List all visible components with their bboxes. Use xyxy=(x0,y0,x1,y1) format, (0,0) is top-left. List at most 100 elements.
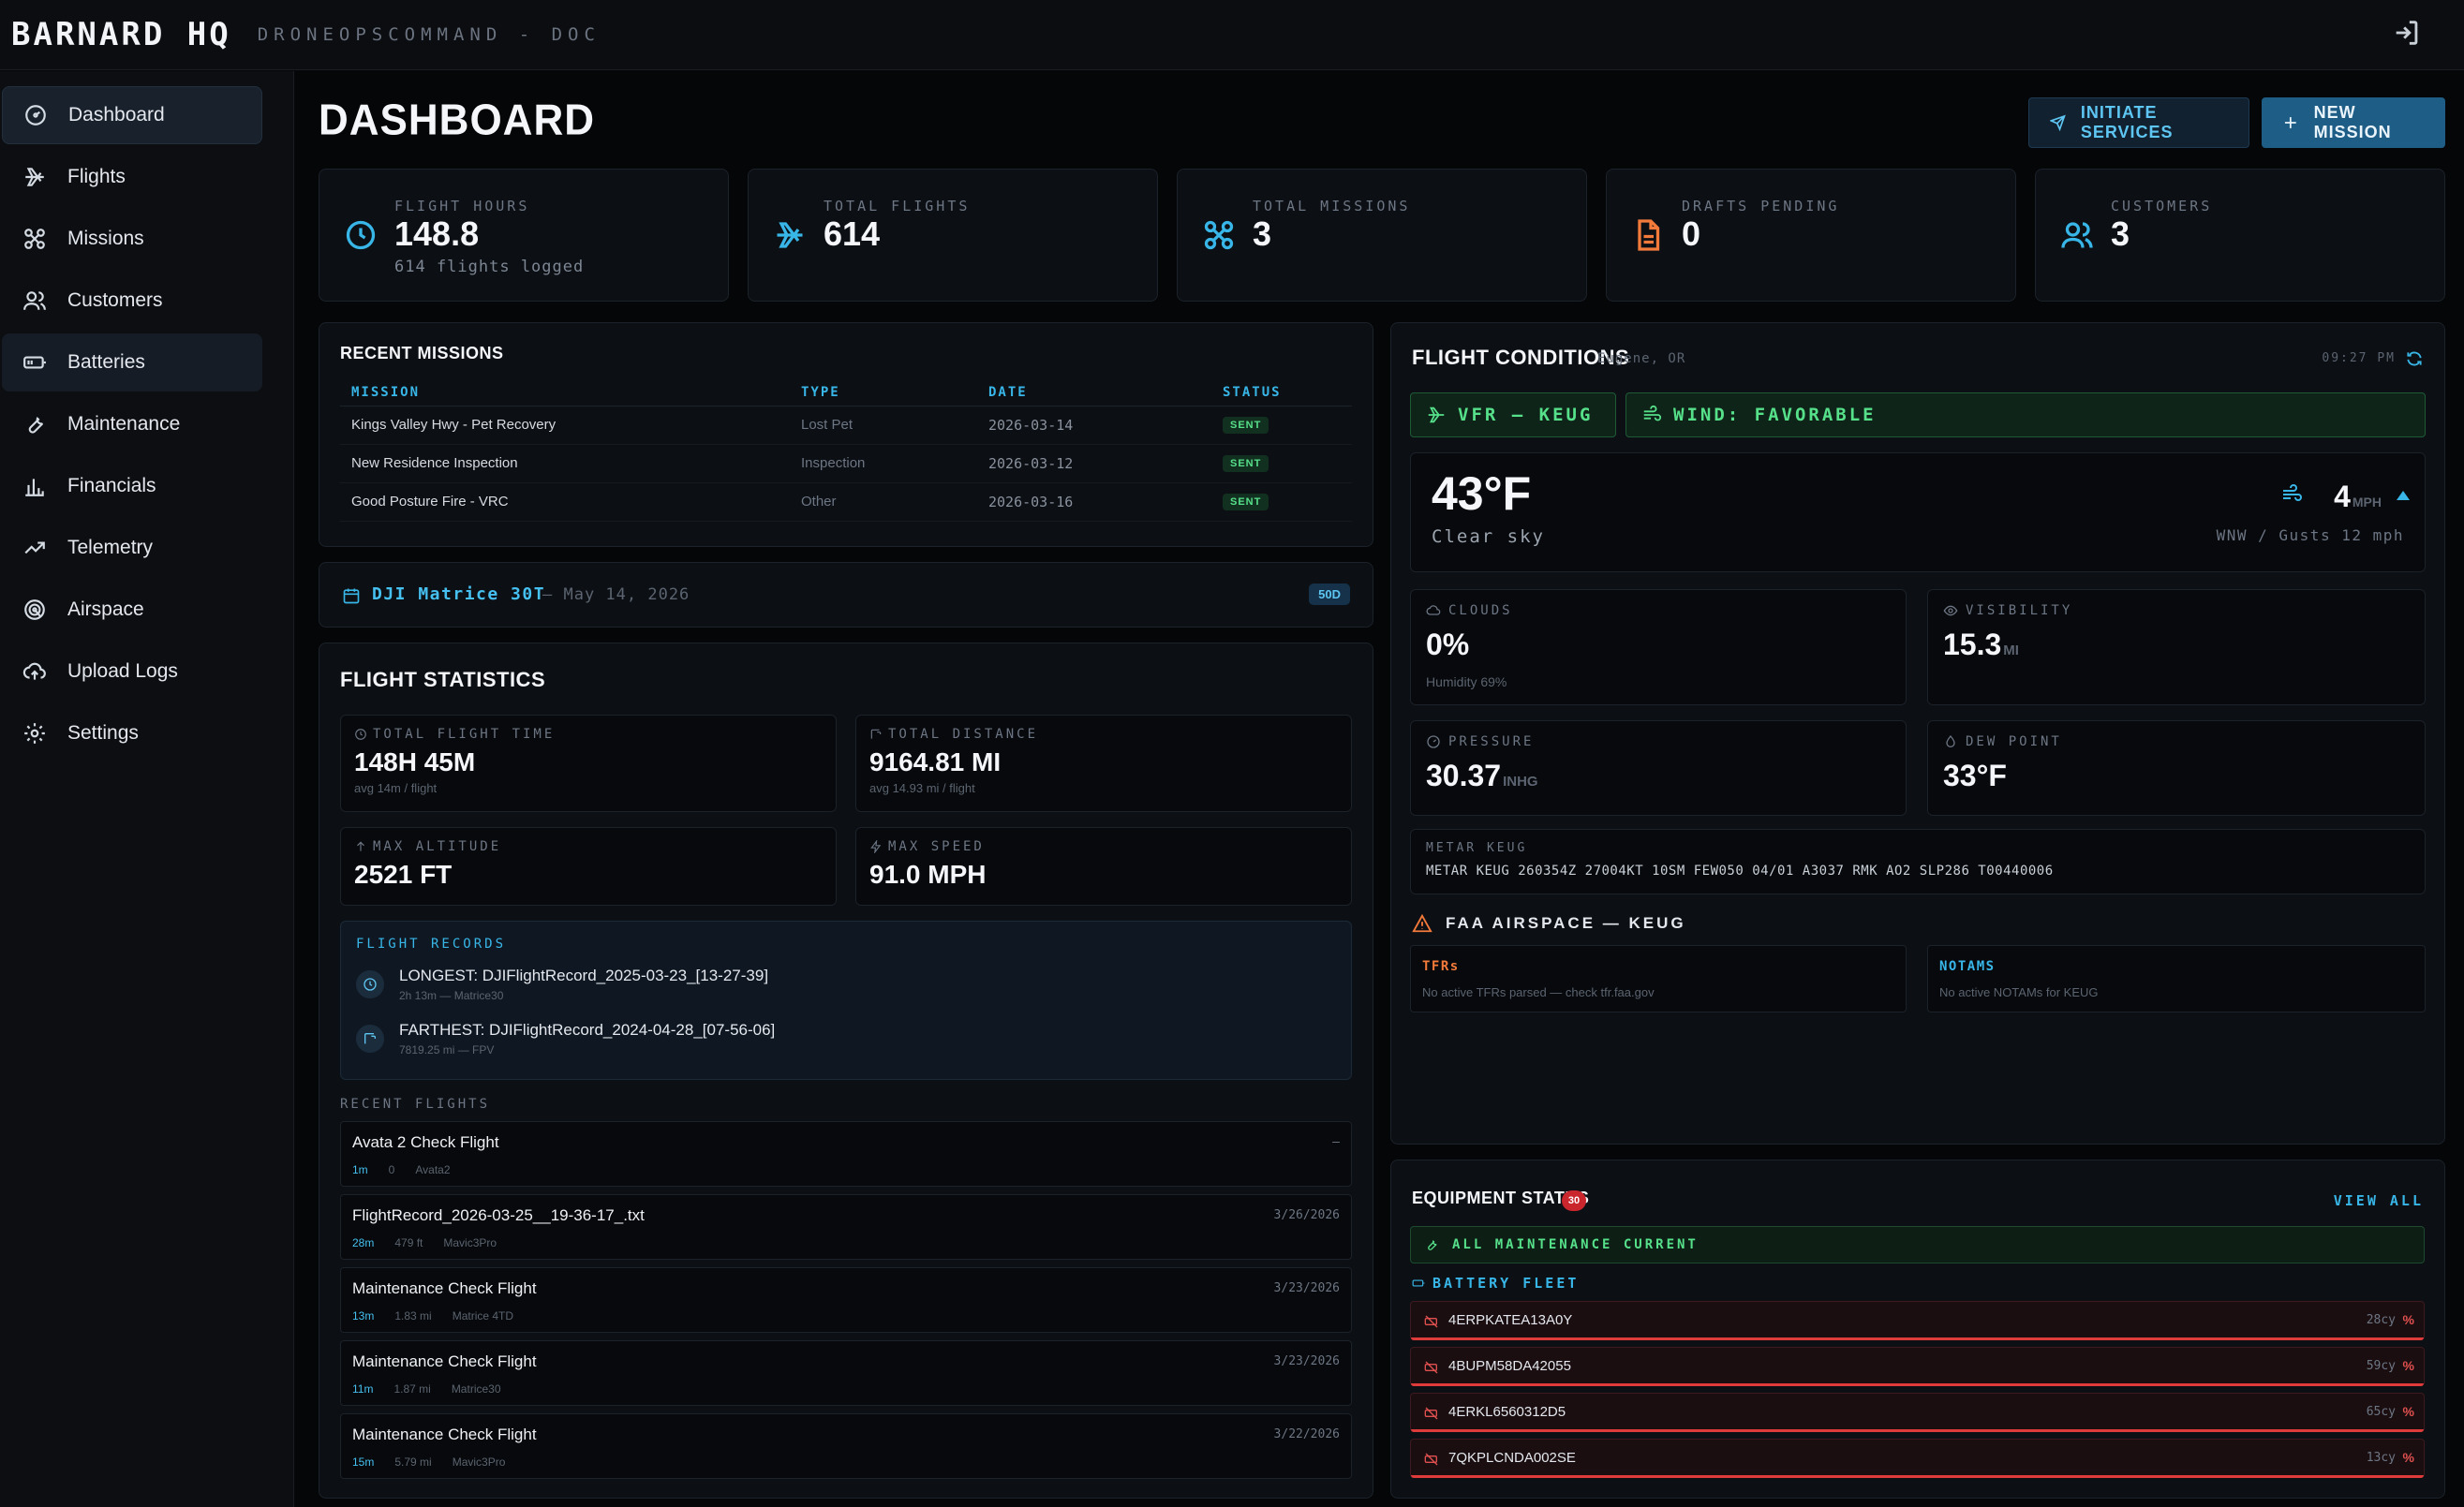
mission-status-cell: SENT xyxy=(1211,444,1352,483)
warning-icon xyxy=(1412,913,1432,933)
stat-card-total-missions: TOTAL MISSIONS 3 xyxy=(1177,169,1587,302)
battery-row[interactable]: 4ERPKATEA13A0Y 28cy % xyxy=(1410,1301,2425,1340)
table-row[interactable]: New Residence Inspection Inspection 2026… xyxy=(340,444,1352,483)
longest-record[interactable]: LONGEST: DJIFlightRecord_2025-03-23_[13-… xyxy=(399,967,768,985)
stat-value: 148.8 xyxy=(394,214,480,253)
stat-value: 3 xyxy=(1253,214,1272,253)
maintenance-text: ALL MAINTENANCE CURRENT xyxy=(1452,1237,1699,1252)
battery-id: 4BUPM58DA42055 xyxy=(1448,1358,1571,1374)
cloud-upload-icon xyxy=(22,662,46,680)
flight-duration: 13m xyxy=(352,1309,375,1322)
wind-speed-unit: MPH xyxy=(2352,495,2382,510)
view-all-link[interactable]: VIEW ALL xyxy=(2334,1192,2424,1209)
faa-airspace-title: FAA AIRSPACE — KEUG xyxy=(1412,913,1686,934)
stat-sub: 614 flights logged xyxy=(394,258,585,276)
max-speed-box: MAX SPEED 91.0 MPH xyxy=(855,827,1352,906)
metar-label: METAR KEUG xyxy=(1426,841,1528,855)
sidebar-item-airspace[interactable]: Airspace xyxy=(2,581,262,639)
mission-type: Other xyxy=(790,482,977,522)
recent-missions-table: MISSION TYPE DATE STATUS Kings Valley Hw… xyxy=(340,379,1352,522)
label-text: MAX SPEED xyxy=(888,839,985,854)
table-row[interactable]: Good Posture Fire - VRC Other 2026-03-16… xyxy=(340,482,1352,522)
fleet-title-text: BATTERY FLEET xyxy=(1432,1275,1580,1292)
column-header: DATE xyxy=(977,379,1211,406)
battery-row[interactable]: 7QKPLCNDA002SE 13cy % xyxy=(1410,1439,2425,1478)
clock-icon xyxy=(356,970,384,998)
total-distance-value: 9164.81 MI xyxy=(869,747,1002,776)
column-header: STATUS xyxy=(1211,379,1352,406)
sidebar-item-maintenance[interactable]: Maintenance xyxy=(2,395,262,453)
mission-date: 2026-03-16 xyxy=(977,482,1211,522)
table-row[interactable]: Kings Valley Hwy - Pet Recovery Lost Pet… xyxy=(340,406,1352,445)
aircraft-badge: 50D xyxy=(1309,584,1350,605)
initiate-services-button[interactable]: INITIATE SERVICES xyxy=(2028,97,2249,148)
list-item[interactable]: Maintenance Check Flight 11m 1.87 mi Matri… xyxy=(340,1340,1352,1406)
gear-icon xyxy=(24,723,45,744)
new-mission-label: NEW MISSION xyxy=(2313,103,2392,141)
aircraft-bar[interactable]: DJI Matrice 30T — May 14, 2026 50D xyxy=(319,562,1373,628)
flight-distance: 0 xyxy=(388,1163,395,1176)
battery-cycles: 65cy xyxy=(2366,1405,2396,1419)
flight-aircraft: Matrice30 xyxy=(451,1382,501,1396)
sidebar-item-batteries[interactable]: Batteries xyxy=(2,333,262,392)
initiate-services-label: INITIATE SERVICES xyxy=(2080,103,2174,141)
logout-icon[interactable] xyxy=(2391,17,2423,49)
battery-id: 4ERPKATEA13A0Y xyxy=(1448,1312,1573,1328)
flight-conditions-panel: FLIGHT CONDITIONS Eugene, OR 09:27 PM VF… xyxy=(1390,322,2445,1145)
stat-label: FLIGHT HOURS xyxy=(394,198,530,214)
farthest-record-sub: 7819.25 mi — FPV xyxy=(399,1043,495,1056)
clock-icon xyxy=(355,729,366,740)
flight-records-box: FLIGHT RECORDS LONGEST: DJIFlightRecord_… xyxy=(340,921,1352,1080)
route-icon xyxy=(356,1025,384,1053)
list-item[interactable]: Avata 2 Check Flight 1m 0 Avata2 — xyxy=(340,1121,1352,1187)
mission-name: New Residence Inspection xyxy=(340,444,790,483)
battery-row[interactable]: 4ERKL6560312D5 65cy % xyxy=(1410,1393,2425,1432)
farthest-record[interactable]: FARTHEST: DJIFlightRecord_2024-04-28_[07… xyxy=(399,1021,775,1040)
tfr-box: TFRs No active TFRs parsed — check tfr.f… xyxy=(1410,945,1907,1012)
stat-label: TOTAL FLIGHTS xyxy=(824,198,971,214)
wind-icon xyxy=(2283,484,2302,501)
sidebar-item-upload-logs[interactable]: Upload Logs xyxy=(2,643,262,701)
top-bar: BARNARD HQ DRONEOPSCOMMAND - DOC xyxy=(0,0,2464,70)
flight-meta: 15m 5.79 mi Mavic3Pro xyxy=(352,1455,505,1469)
list-item[interactable]: Maintenance Check Flight 15m 5.79 mi Mavic… xyxy=(340,1413,1352,1479)
sidebar-item-dashboard[interactable]: Dashboard xyxy=(2,86,262,144)
sidebar-item-flights[interactable]: Flights xyxy=(2,148,262,206)
sidebar-item-telemetry[interactable]: Telemetry xyxy=(2,519,262,577)
mission-date: 2026-03-14 xyxy=(977,406,1211,445)
visibility-box: VISIBILITY 15.3 MI xyxy=(1927,589,2426,705)
refresh-icon[interactable] xyxy=(2405,349,2424,368)
flight-distance: 479 ft xyxy=(394,1236,423,1249)
wind-direction-icon xyxy=(2397,491,2410,500)
sidebar-item-missions[interactable]: Missions xyxy=(2,210,262,268)
flight-meta: 11m 1.87 mi Matrice30 xyxy=(352,1382,501,1396)
list-item[interactable]: FlightRecord_2026-03-25__19-36-17_.txt 2… xyxy=(340,1194,1352,1260)
total-distance-label: TOTAL DISTANCE xyxy=(869,727,1038,742)
mission-type: Lost Pet xyxy=(790,406,977,445)
flight-aircraft: Avata2 xyxy=(415,1163,451,1176)
notam-text: No active NOTAMs for KEUG xyxy=(1939,985,2099,999)
faa-title-text: FAA AIRSPACE — KEUG xyxy=(1446,914,1686,932)
vfr-label: VFR — KEUG xyxy=(1458,405,1594,425)
brand-title: BARNARD HQ xyxy=(11,16,231,53)
maintenance-status: ALL MAINTENANCE CURRENT xyxy=(1410,1226,2425,1263)
metar-text: METAR KEUG 260354Z 27004KT 10SM FEW050 0… xyxy=(1426,864,2054,879)
list-item[interactable]: Maintenance Check Flight 13m 1.83 mi Matri… xyxy=(340,1267,1352,1333)
arrow-up-icon xyxy=(357,841,364,851)
page-title: DASHBOARD xyxy=(319,96,595,145)
flight-meta: 13m 1.83 mi Matrice 4TD xyxy=(352,1309,513,1322)
document-icon xyxy=(1638,219,1660,251)
battery-row[interactable]: 4BUPM58DA42055 59cy % xyxy=(1410,1347,2425,1386)
battery-icon xyxy=(23,356,46,369)
flight-statistics-panel: FLIGHT STATISTICS TOTAL FLIGHT TIME 148H… xyxy=(319,643,1373,1499)
sidebar-item-settings[interactable]: Settings xyxy=(2,704,262,762)
flight-duration: 28m xyxy=(352,1236,375,1249)
sidebar-item-customers[interactable]: Customers xyxy=(2,272,262,330)
new-mission-button[interactable]: NEW MISSION xyxy=(2262,97,2445,148)
bar-chart-icon xyxy=(25,479,44,496)
flight-name: FlightRecord_2026-03-25__19-36-17_.txt xyxy=(352,1206,645,1224)
pressure-number: 30.37 xyxy=(1426,759,1502,792)
sidebar-item-financials[interactable]: Financials xyxy=(2,457,262,515)
max-altitude-box: MAX ALTITUDE 2521 FT xyxy=(340,827,837,906)
clouds-value: 0% xyxy=(1426,628,1470,661)
